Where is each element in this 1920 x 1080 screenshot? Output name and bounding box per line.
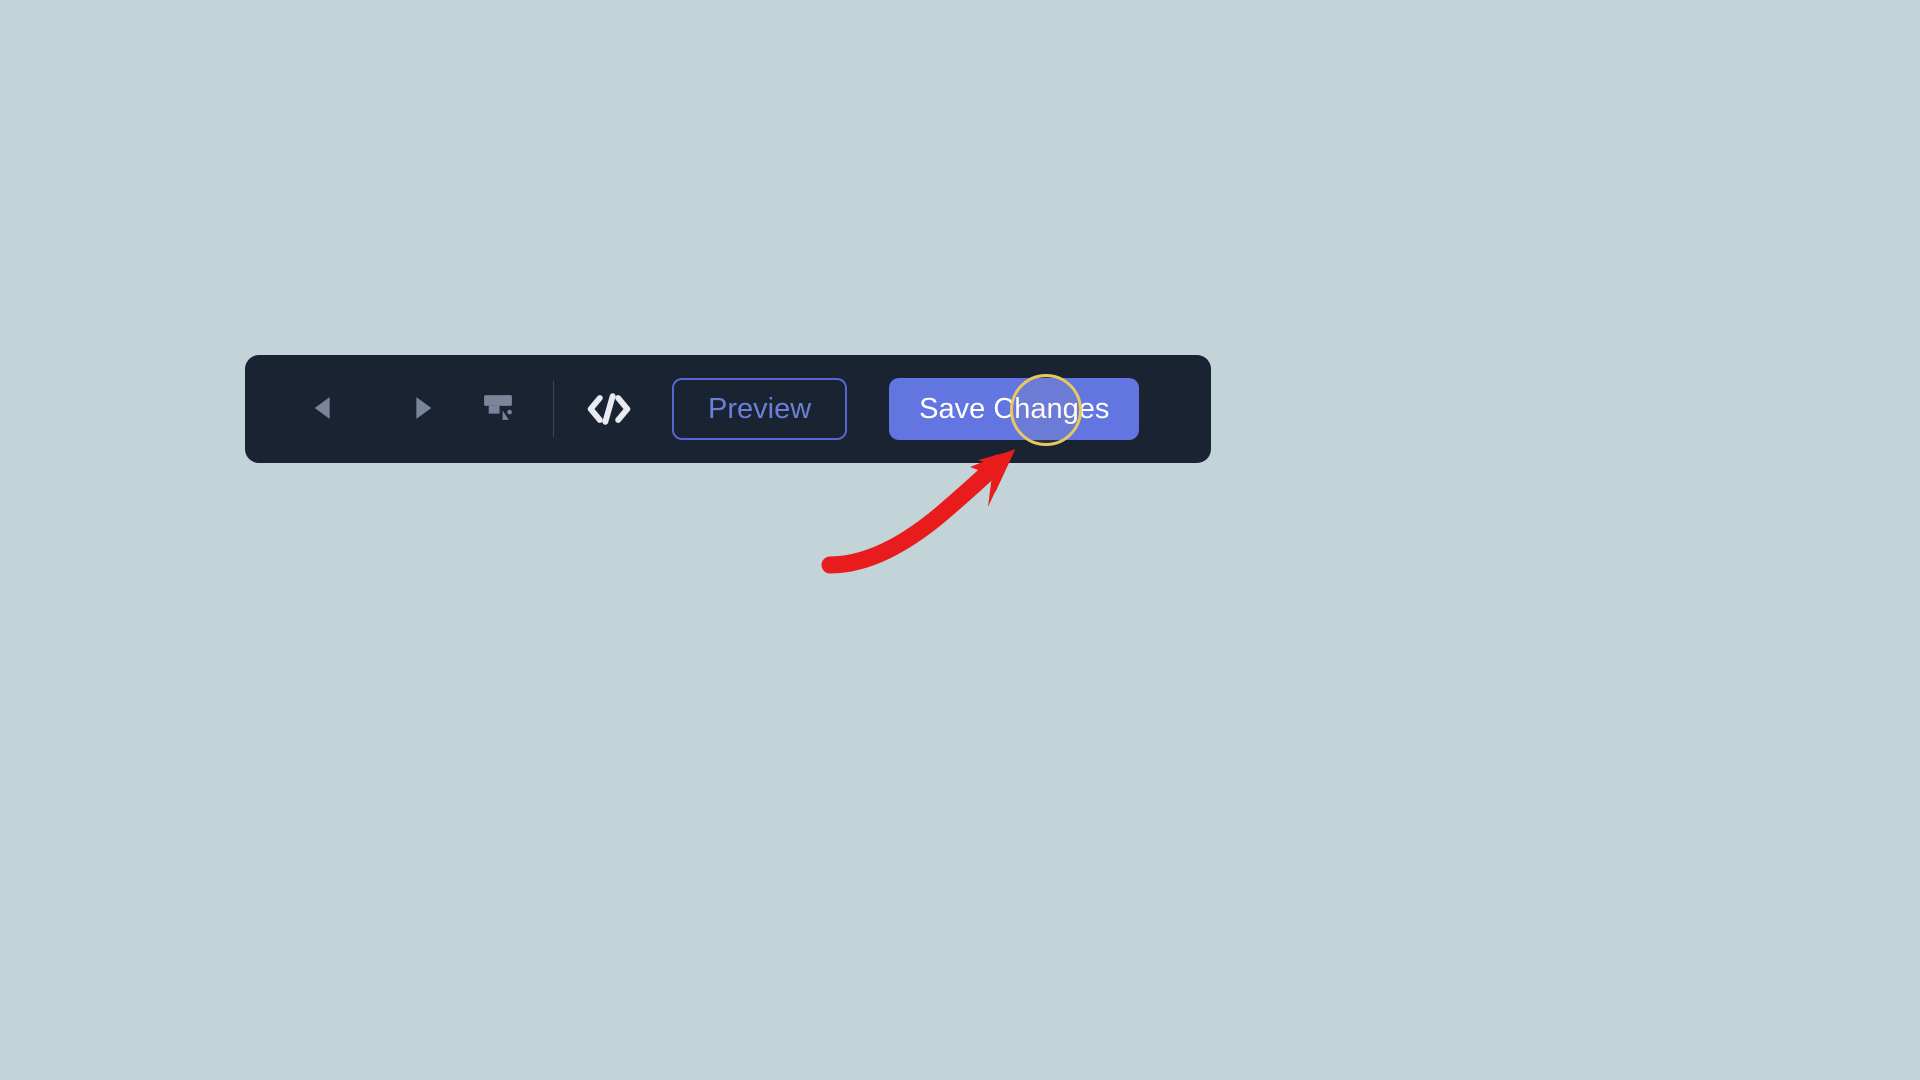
save-changes-button[interactable]: Save Changes [889, 378, 1139, 440]
format-painter-button[interactable] [473, 384, 523, 434]
redo-icon [396, 394, 434, 422]
preview-button-label: Preview [708, 393, 811, 426]
toolbar-divider [553, 381, 554, 437]
code-icon [587, 391, 631, 427]
undo-button-overlay[interactable] [306, 388, 356, 428]
undo-icon [312, 394, 350, 422]
code-view-button[interactable] [584, 384, 634, 434]
preview-button[interactable]: Preview [672, 378, 847, 440]
annotation-arrow [820, 445, 1030, 585]
redo-button-overlay[interactable] [390, 388, 440, 428]
format-painter-icon [479, 392, 517, 426]
save-changes-button-label: Save Changes [919, 393, 1109, 426]
